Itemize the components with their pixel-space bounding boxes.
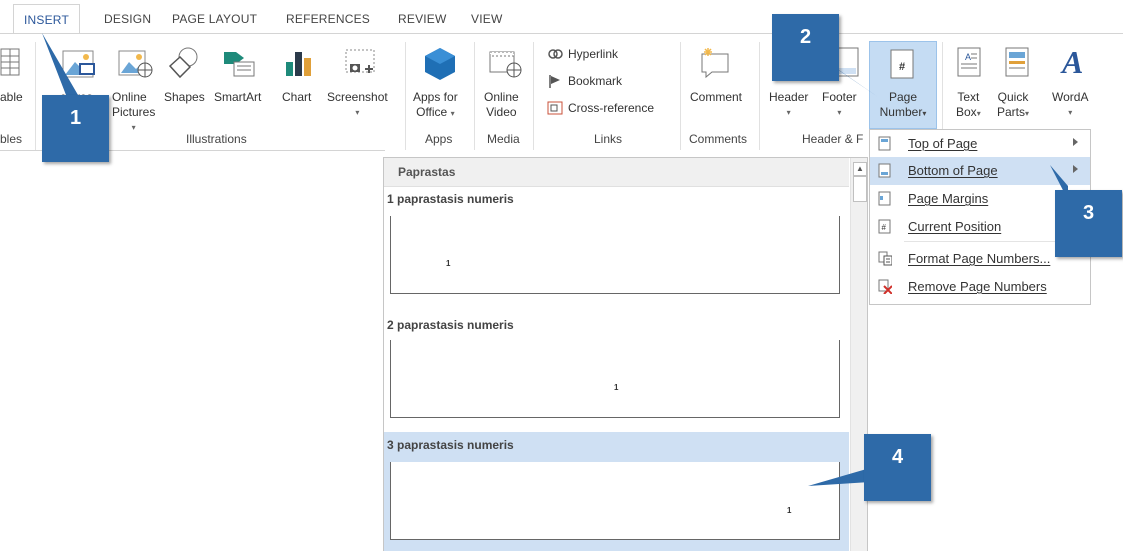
callout-1-pointer: [42, 33, 78, 95]
callout-badge-4: 4: [864, 434, 931, 501]
callout-pointers: [42, 33, 1068, 486]
callout-badge-3: 3: [1055, 190, 1122, 257]
callout-badge-2: 2: [772, 14, 839, 81]
callout-badge-1: 1: [42, 95, 109, 162]
callout-4-pointer: [808, 468, 870, 486]
